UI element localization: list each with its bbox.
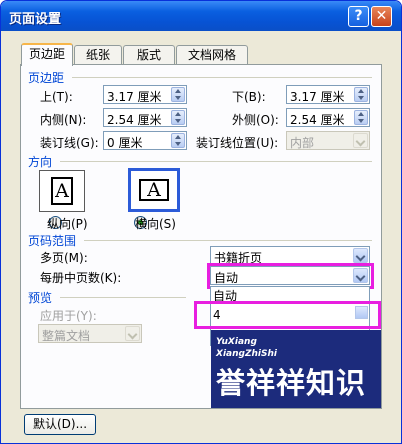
gutter-value: 0 厘米 [107, 136, 143, 150]
bottom-margin-spinner[interactable]: 3.17 厘米 [286, 85, 370, 104]
apply-to-value: 整篇文档 [42, 329, 91, 343]
gutter-position-value: 内部 [290, 136, 315, 150]
close-x-icon: ✕ [375, 8, 388, 24]
preview-divider [60, 297, 186, 298]
chevron-down-icon[interactable] [353, 248, 368, 263]
margins-section-title: 页边距 [28, 71, 65, 85]
question-mark-icon: ? [354, 8, 363, 24]
highlight-box-option [194, 301, 381, 329]
margins-divider [72, 77, 372, 78]
dialog-title: 页面设置 [9, 12, 62, 27]
portrait-option[interactable]: A [39, 170, 85, 212]
chevron-down-icon [353, 133, 368, 148]
watermark-title: 誉祥祥知识 [216, 366, 367, 400]
apply-to-select[interactable]: 整篇文档 [38, 324, 142, 343]
outer-margin-spinner[interactable]: 2.54 厘米 [286, 108, 370, 127]
default-button[interactable]: 默认(D)... [24, 414, 96, 435]
sheets-per-booklet-label: 每册中页数(K): [40, 271, 122, 285]
gutter-spinner[interactable]: 0 厘米 [103, 131, 187, 150]
tab-paper[interactable]: 纸张 [74, 45, 122, 65]
landscape-option[interactable]: A [128, 168, 180, 212]
pages-divider [84, 240, 372, 241]
tab-margins[interactable]: 页边距 [21, 43, 73, 66]
tab-document-grid[interactable]: 文档网格 [176, 45, 248, 65]
chevron-down-icon [125, 326, 140, 341]
tab-layout[interactable]: 版式 [123, 45, 175, 65]
help-button[interactable]: ? [348, 6, 369, 27]
portrait-page-icon: A [51, 177, 73, 205]
spinner-arrows-icon[interactable] [171, 133, 185, 148]
inner-margin-value: 2.54 厘米 [107, 113, 162, 127]
gutter-position-label: 装订线位置(U): [196, 136, 279, 150]
outer-margin-value: 2.54 厘米 [290, 113, 345, 127]
outer-margin-label: 外侧(O): [232, 113, 279, 127]
landscape-label: 横向(S) [135, 217, 176, 231]
top-margin-value: 3.17 厘米 [107, 90, 162, 104]
inner-margin-label: 内侧(N): [40, 113, 87, 127]
spinner-arrows-icon[interactable] [354, 110, 368, 125]
orientation-section-title: 方向 [28, 155, 53, 169]
bottom-margin-label: 下(B): [232, 90, 266, 104]
landscape-page-icon: A [139, 179, 169, 201]
close-button[interactable]: ✕ [371, 6, 392, 27]
spinner-arrows-icon[interactable] [354, 87, 368, 102]
gutter-position-select[interactable]: 内部 [286, 131, 370, 150]
bottom-margin-value: 3.17 厘米 [290, 90, 345, 104]
top-margin-spinner[interactable]: 3.17 厘米 [103, 85, 187, 104]
inner-margin-spinner[interactable]: 2.54 厘米 [103, 108, 187, 127]
top-margin-label: 上(T): [40, 90, 73, 104]
orientation-divider [60, 161, 372, 162]
spinner-arrows-icon[interactable] [171, 87, 185, 102]
spinner-arrows-icon[interactable] [171, 110, 185, 125]
multiple-pages-label: 多页(M): [40, 251, 88, 265]
apply-to-label: 应用于(Y): [40, 309, 97, 323]
preview-section-title: 预览 [28, 291, 53, 305]
watermark-caption: YuXiang XiangZhiShi [216, 337, 277, 359]
gutter-label: 装订线(G): [40, 136, 99, 150]
portrait-label: 纵向(P) [47, 217, 88, 231]
pages-section-title: 页码范围 [28, 234, 77, 248]
title-bar[interactable]: 页面设置 ? ✕ [1, 1, 401, 31]
